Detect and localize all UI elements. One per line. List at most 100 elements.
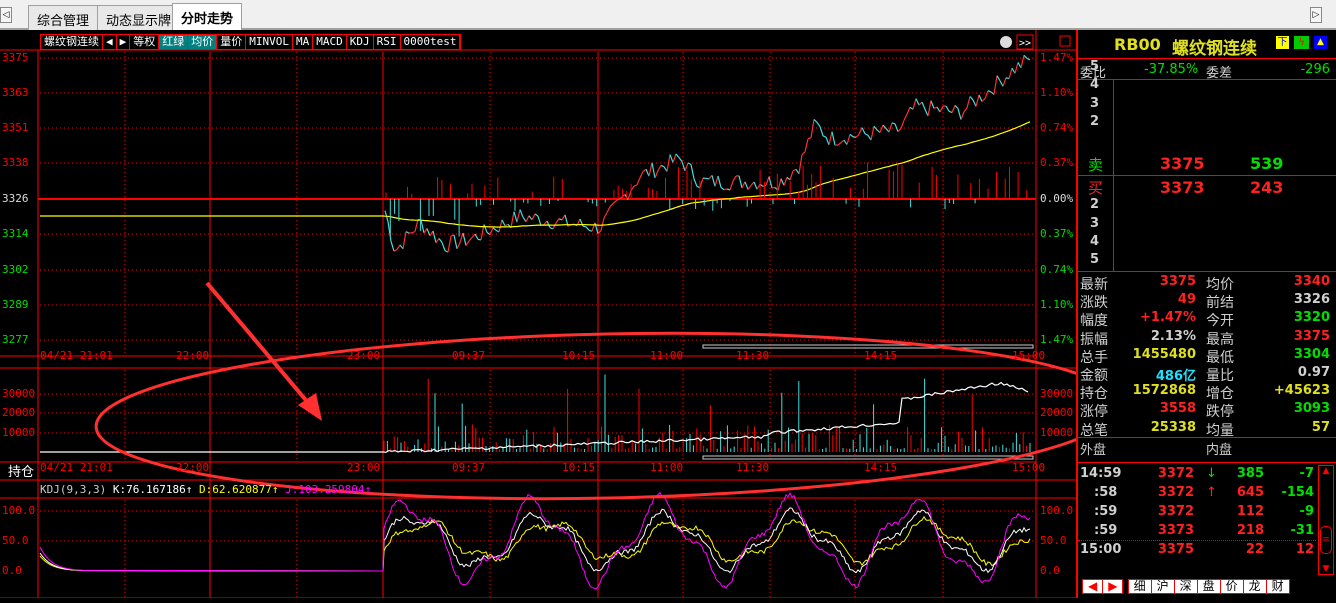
stat-value: 3304 <box>1293 346 1330 362</box>
toolbar-item[interactable]: 红绿 <box>159 35 189 49</box>
scroll-down-icon[interactable]: ▼ <box>1319 564 1333 574</box>
stat-label: 最新 <box>1080 277 1108 293</box>
price-line-segment <box>657 165 662 171</box>
down-icon[interactable]: 下 <box>1276 36 1289 49</box>
price-line-segment <box>714 175 719 187</box>
panel-tab[interactable]: 深 <box>1173 579 1198 594</box>
time-tick: 23:00 <box>347 349 381 362</box>
kdj-k-line <box>39 507 1031 574</box>
price-line-segment <box>558 218 563 221</box>
tab-intraday[interactable]: 分时走势 <box>172 3 243 30</box>
price-line-segment <box>498 219 503 233</box>
stat-value: 3375 <box>1293 328 1330 344</box>
buy-level: 4 <box>1090 234 1100 249</box>
time-tick: 04/21 21:01 <box>40 461 113 474</box>
price-line-segment <box>426 228 431 237</box>
time-tick: 11:00 <box>650 349 684 362</box>
time-tick: 09:37 <box>452 349 486 362</box>
up-icon[interactable]: ▲ <box>1314 36 1327 49</box>
price-line-segment <box>960 111 965 120</box>
price-line-segment <box>690 164 695 180</box>
toolbar-item[interactable]: KDJ <box>347 35 374 49</box>
toolbar-item[interactable]: 0000test <box>401 35 461 49</box>
kdj-tick: 50.0 <box>1040 534 1067 547</box>
toolbar-item[interactable]: MINVOL <box>246 35 293 49</box>
price-line-segment <box>792 168 797 172</box>
lightning-icon[interactable]: ϟ <box>1294 36 1309 49</box>
price-line-segment <box>813 118 818 123</box>
stat-value: 3326 <box>1293 292 1330 308</box>
price-line-segment <box>984 90 989 99</box>
percent-tick: 0.37% <box>1040 156 1074 169</box>
toolbar-item[interactable]: 量价 <box>217 35 247 49</box>
price-line-segment <box>864 133 869 136</box>
panel-tab[interactable]: 沪 <box>1150 579 1175 594</box>
price-line-segment <box>747 185 752 190</box>
quote-panel: RB00 螺纹钢连续 下 ϟ ▲ 委比 -37.85% 委差 -296 5432… <box>1076 30 1336 598</box>
time-tick: 11:00 <box>650 461 684 474</box>
panel-tab[interactable]: 价 <box>1219 579 1244 594</box>
tick-time: 14:59 <box>1080 466 1122 481</box>
panel-tab-prev[interactable]: ◀ <box>1082 579 1104 594</box>
tick-oi-change: -154 <box>1281 485 1314 500</box>
price-line-segment <box>987 90 992 93</box>
price-line-segment <box>903 113 908 121</box>
panel-tabs: ◀ ▶ 细沪深盘价龙财 <box>1082 575 1290 594</box>
price-line-segment <box>900 120 905 129</box>
price-line-segment <box>777 178 782 191</box>
volume-tick: 10000 <box>2 426 36 439</box>
stat-label: 金额 <box>1080 368 1108 384</box>
price-line-segment <box>891 122 896 125</box>
price-line-segment <box>441 242 446 251</box>
sell-price[interactable]: 3375 <box>1160 154 1205 173</box>
toolbar-item[interactable]: 等权 <box>130 35 160 49</box>
price-tick: 3338 <box>2 156 29 169</box>
price-tick: 3375 <box>2 51 29 64</box>
toolbar-item[interactable]: ▶ <box>117 35 131 49</box>
toolbar-item[interactable]: ◀ <box>103 35 117 49</box>
buy-price[interactable]: 3373 <box>1160 178 1205 197</box>
price-line-segment <box>939 105 944 113</box>
price-line-segment <box>843 139 848 145</box>
price-line-segment <box>780 178 785 186</box>
arrow-up-icon: ↑ <box>1206 485 1217 500</box>
panel-tab[interactable]: 细 <box>1127 579 1152 594</box>
stat-value: 57 <box>1311 419 1330 435</box>
toolbar-item[interactable]: 均价 <box>188 35 218 49</box>
panel-tab[interactable]: 龙 <box>1242 579 1267 594</box>
price-line-segment <box>897 128 902 133</box>
scroll-thumb[interactable]: ≡ <box>1320 526 1332 554</box>
tab-overview[interactable]: 综合管理 <box>28 5 99 30</box>
ticks-scrollbar[interactable]: ▲ ≡ ▼ <box>1318 465 1334 575</box>
panel-tab-next[interactable]: ▶ <box>1102 579 1124 594</box>
stat-label: 最高 <box>1206 331 1234 348</box>
sell-level: 5 <box>1090 59 1100 74</box>
price-line-segment <box>831 131 836 146</box>
tab-dynamic-board[interactable]: 动态显示牌 <box>97 5 181 30</box>
panel-tab[interactable]: 财 <box>1265 579 1290 594</box>
toolbar-item[interactable]: RSI <box>374 35 401 49</box>
tab-scroll-left[interactable]: ◁ <box>0 7 12 23</box>
price-line-segment <box>582 225 587 228</box>
price-line-segment <box>999 80 1004 87</box>
tick-price: 3372 <box>1157 466 1194 481</box>
price-line-segment <box>1002 77 1007 87</box>
scroll-up-icon[interactable]: ▲ <box>1319 466 1333 476</box>
price-line-segment <box>531 213 536 220</box>
stat-value: 3558 <box>1159 401 1196 417</box>
price-line-segment <box>750 181 755 186</box>
intraday-chart[interactable]: >> <box>0 30 1076 598</box>
toolbar-item[interactable]: MACD <box>313 35 347 49</box>
stat-value: 486亿 <box>1155 369 1196 384</box>
panel-tab[interactable]: 盘 <box>1196 579 1221 594</box>
stat-label: 前结 <box>1206 295 1234 312</box>
kdj-title: KDJ(9,3,3) <box>40 483 107 496</box>
price-line-segment <box>675 153 680 159</box>
toolbar-item[interactable]: MA <box>293 35 314 49</box>
price-line-segment <box>945 105 950 112</box>
tab-scroll-right[interactable]: ▷ <box>1310 7 1322 23</box>
price-line-segment <box>738 175 743 188</box>
price-line-segment <box>906 107 911 115</box>
toolbar-item[interactable]: 螺纹钢连续 <box>41 35 103 49</box>
price-line-segment <box>783 177 788 186</box>
